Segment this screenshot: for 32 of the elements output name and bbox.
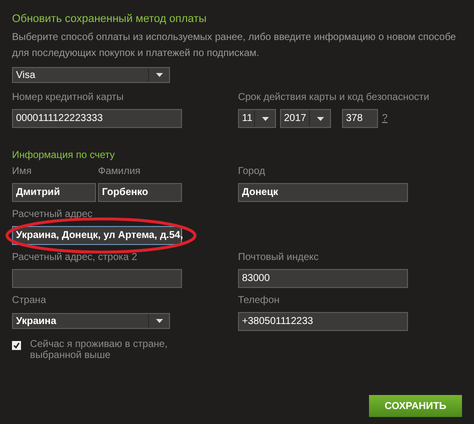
year-select[interactable]: 2017 [280, 109, 331, 128]
last-name-field[interactable]: Горбенко [98, 183, 182, 202]
field-label: Расчетный адрес [12, 208, 94, 222]
field-label: Почтовый индекс [238, 251, 320, 265]
field-label: Страна [12, 294, 48, 308]
field-label: Имя [12, 165, 32, 179]
month-select[interactable]: 11 [238, 109, 276, 128]
country-select[interactable]: Украина [12, 313, 170, 329]
postal-code-field[interactable]: 83000 [238, 269, 408, 288]
help-link[interactable]: ? [382, 113, 388, 124]
payment-method-select[interactable]: Visa [12, 67, 170, 83]
city-field[interactable]: Донецк [238, 183, 408, 202]
card-number-field[interactable]: 0000111122223333 [12, 109, 182, 128]
first-name-field[interactable]: Дмитрий [12, 183, 96, 202]
address-line-2-field[interactable] [12, 269, 182, 288]
section-title: Информация по счету [12, 150, 116, 161]
caret-icon [262, 116, 268, 120]
security-code-field[interactable]: 378 [342, 109, 378, 128]
section-title: Обновить сохраненный метод оплаты [12, 13, 208, 25]
field-label: Номер кредитной карты [12, 91, 125, 105]
field-label: Срок действия карты и код безопасности [238, 91, 430, 105]
caret-icon [156, 73, 162, 77]
field-label: Расчетный адрес, строка 2 [12, 251, 138, 265]
caret-icon [316, 116, 324, 120]
caret-icon [156, 319, 162, 323]
checkbox[interactable] [12, 341, 21, 350]
description-text: Выберите способ оплаты из используемых ранее, либо введите информацию о новом способе для последующих покупок и платежей по подпискам. [12, 31, 457, 61]
field-label: Телефон [238, 294, 280, 308]
field-label: Фамилия [98, 165, 142, 179]
phone-field[interactable]: +380501112233 [238, 312, 408, 331]
field-label: Город [238, 165, 266, 179]
checkbox-label: Сейчас я проживаю в стране, выбранной выше [30, 339, 169, 361]
